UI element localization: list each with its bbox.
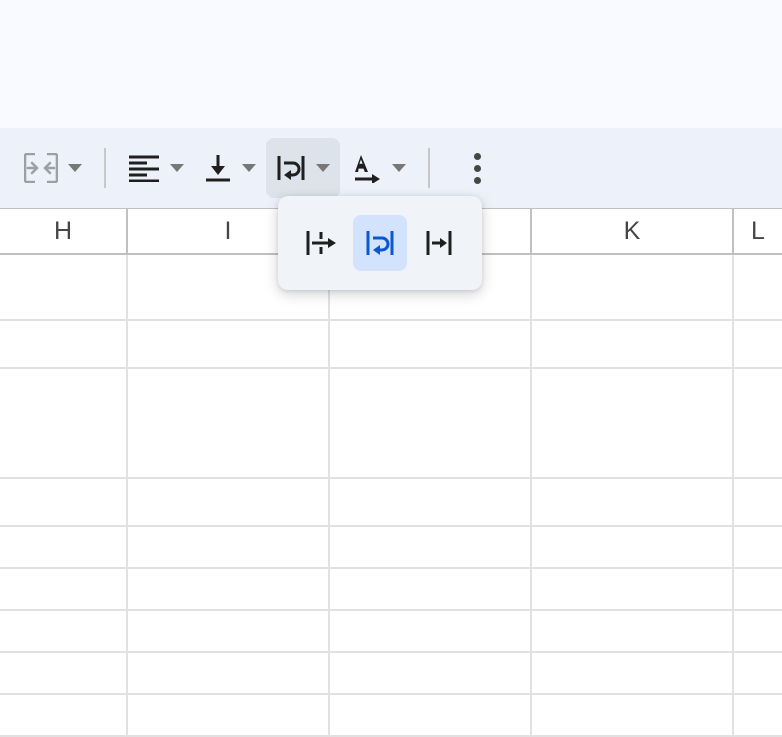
cell[interactable] [532,479,734,525]
merge-cells-button[interactable] [14,138,92,198]
wrap-option-clip[interactable] [411,215,466,271]
cell[interactable] [734,255,782,319]
text-rotation-icon [350,153,382,183]
cell[interactable] [330,479,532,525]
chevron-down-icon [392,164,406,172]
cell[interactable] [128,695,330,735]
cell[interactable] [734,527,782,567]
toolbar-divider [428,148,430,188]
cell[interactable] [734,611,782,651]
cell[interactable] [128,479,330,525]
cell[interactable] [0,321,128,367]
wrap-icon [365,228,395,258]
cell[interactable] [330,653,532,693]
cell[interactable] [128,653,330,693]
chevron-down-icon [316,164,330,172]
cell[interactable] [532,527,734,567]
cell[interactable] [0,479,128,525]
grid-body[interactable] [0,255,782,737]
text-wrap-icon [276,153,306,183]
cell[interactable] [0,527,128,567]
table-row [0,527,782,569]
cell[interactable] [734,695,782,735]
cell[interactable] [532,569,734,609]
table-row [0,321,782,369]
table-row [0,479,782,527]
text-wrapping-popup [278,196,482,290]
cell[interactable] [330,611,532,651]
chevron-down-icon [242,164,256,172]
cell[interactable] [0,369,128,477]
text-wrapping-button[interactable] [266,138,340,198]
wrap-option-overflow[interactable] [294,215,349,271]
more-button[interactable] [456,153,499,184]
align-left-icon [128,154,160,182]
cell[interactable] [734,479,782,525]
cell[interactable] [734,569,782,609]
table-row [0,569,782,611]
wrap-option-wrap[interactable] [353,215,408,271]
clip-icon [424,228,454,258]
cell[interactable] [734,653,782,693]
cell[interactable] [0,255,128,319]
cell[interactable] [330,569,532,609]
cell[interactable] [128,569,330,609]
table-row [0,695,782,737]
overflow-icon [304,228,338,258]
cell[interactable] [734,369,782,477]
merge-cells-icon [24,153,58,183]
cell[interactable] [734,321,782,367]
chevron-down-icon [170,164,184,172]
cell[interactable] [532,321,734,367]
column-header[interactable]: L [734,209,782,253]
column-header[interactable]: K [532,209,734,253]
cell[interactable] [532,255,734,319]
horizontal-align-button[interactable] [118,138,194,198]
cell[interactable] [128,611,330,651]
table-row [0,611,782,653]
cell[interactable] [330,527,532,567]
more-vert-icon [474,153,481,160]
cell[interactable] [330,321,532,367]
column-header[interactable]: H [0,209,128,253]
cell[interactable] [330,695,532,735]
cell[interactable] [532,653,734,693]
vertical-align-bottom-icon [204,153,232,183]
toolbar-divider [104,148,106,188]
chevron-down-icon [68,164,82,172]
cell[interactable] [0,569,128,609]
cell[interactable] [0,611,128,651]
cell[interactable] [532,695,734,735]
cell[interactable] [330,369,532,477]
text-rotation-button[interactable] [340,138,416,198]
cell[interactable] [532,611,734,651]
cell[interactable] [0,695,128,735]
cell[interactable] [532,369,734,477]
blank-header-area [0,0,782,128]
table-row [0,653,782,695]
cell[interactable] [128,369,330,477]
cell[interactable] [128,527,330,567]
cell[interactable] [128,321,330,367]
table-row [0,369,782,479]
vertical-align-button[interactable] [194,138,266,198]
cell[interactable] [0,653,128,693]
